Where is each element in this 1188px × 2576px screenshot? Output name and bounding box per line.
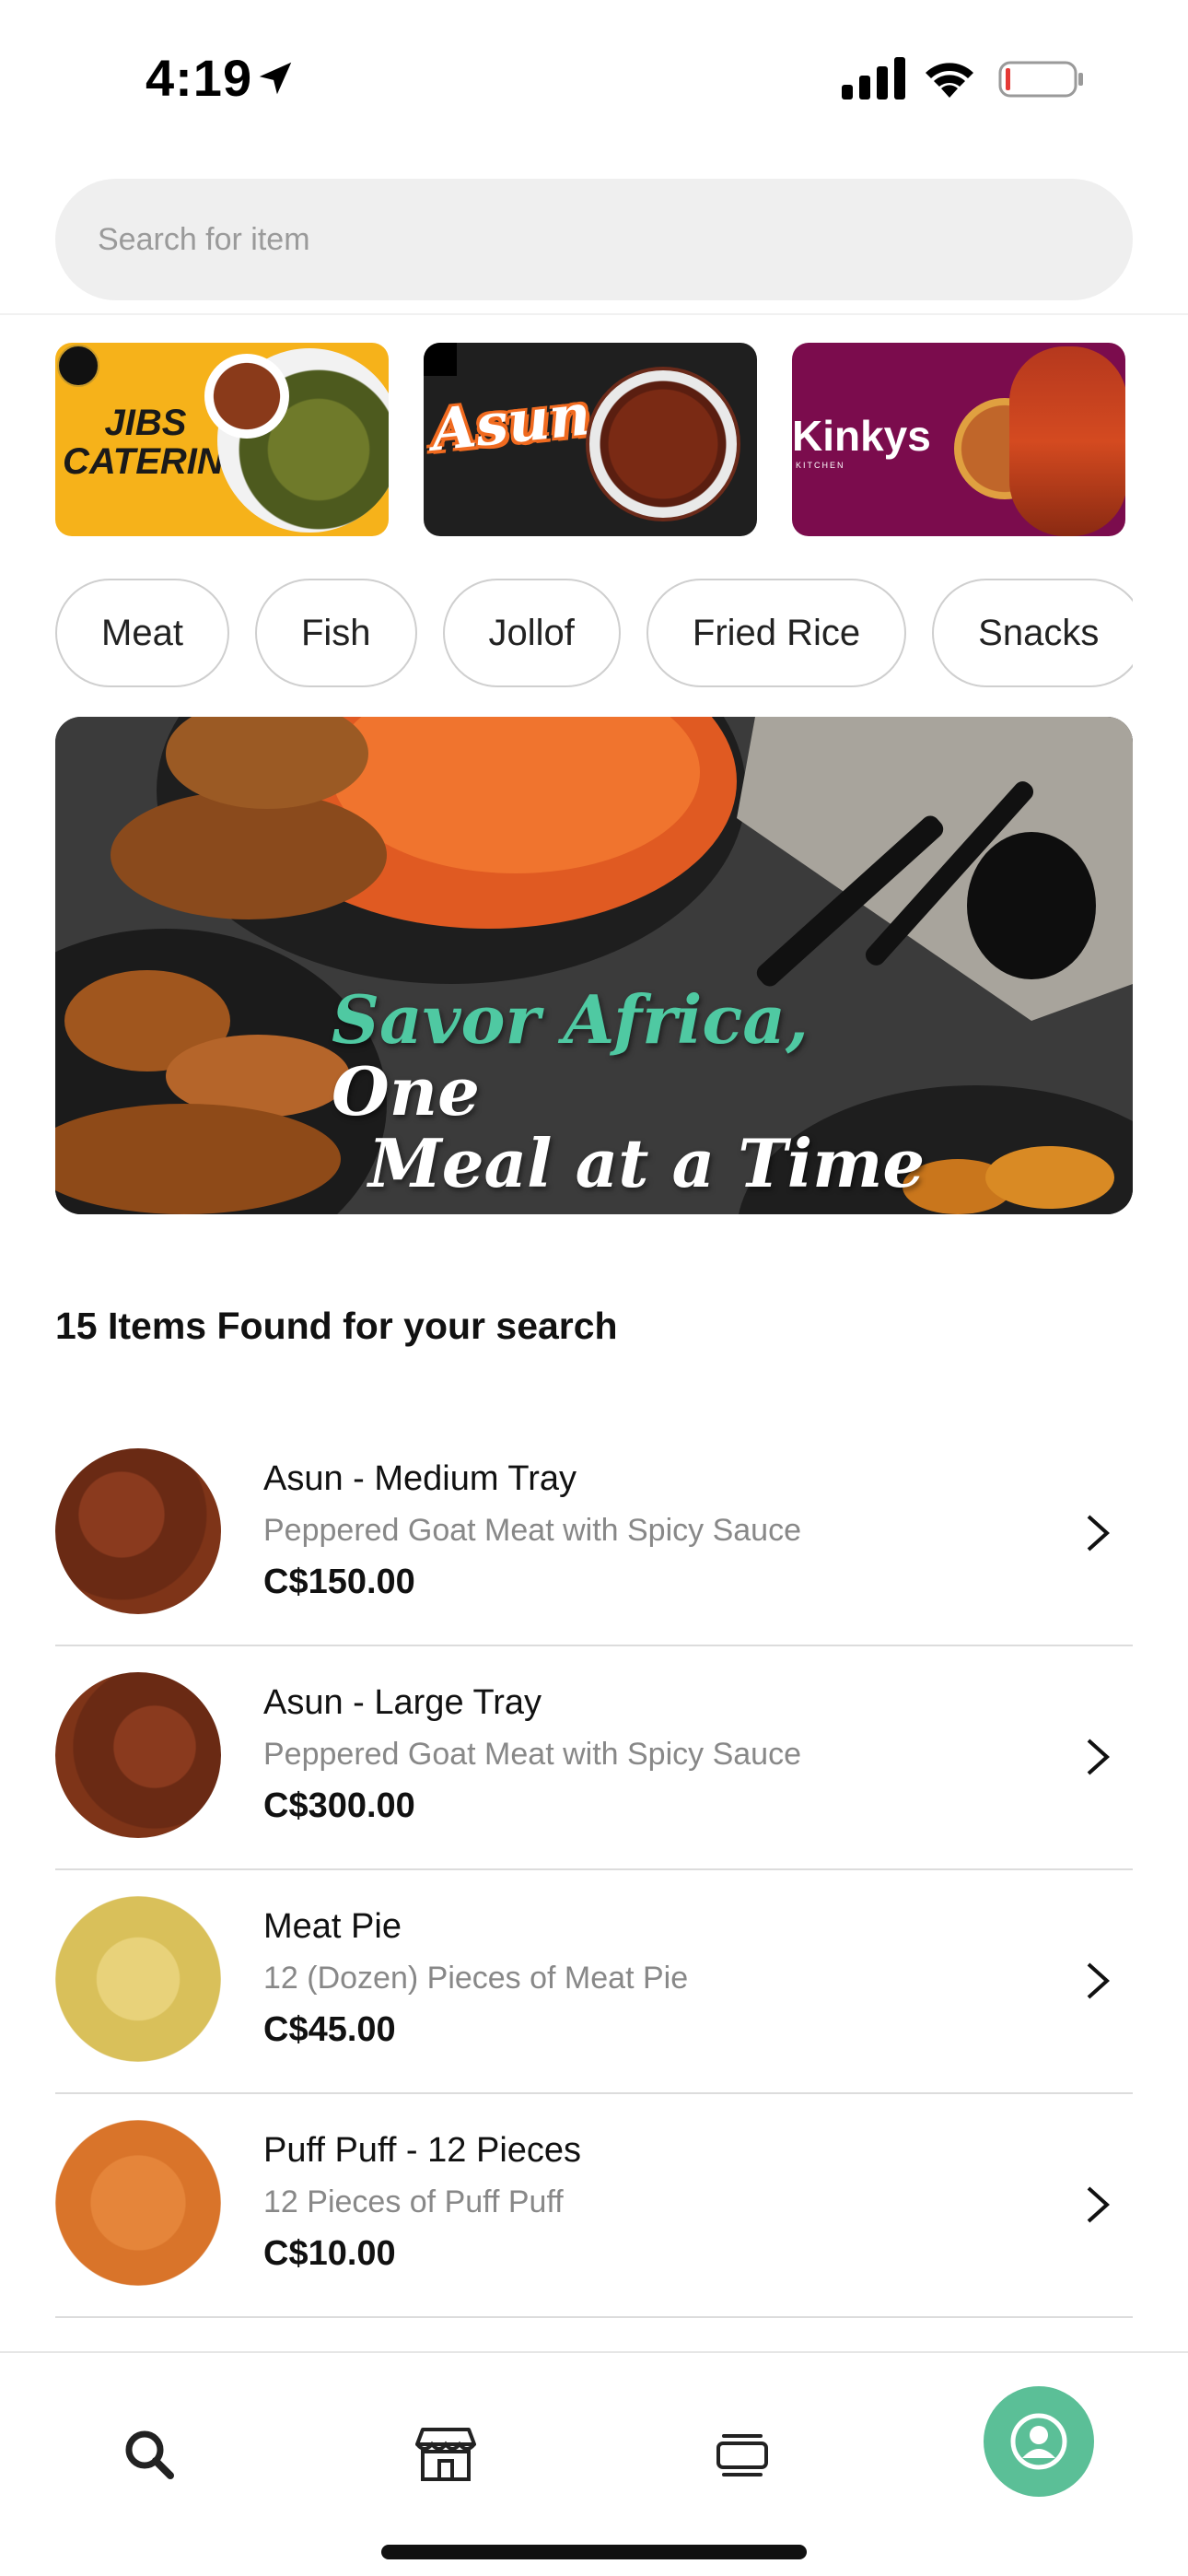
bottom-nav (0, 2351, 1188, 2576)
status-bar: 4:19 (0, 0, 1188, 157)
list-item[interactable]: Asun - Medium Tray Peppered Goat Meat wi… (55, 1423, 1133, 1646)
category-chip-meat[interactable]: Meat (55, 579, 229, 687)
item-price: C$300.00 (263, 1786, 415, 1825)
item-price: C$150.00 (263, 1563, 415, 1601)
jibs-logo-icon (57, 345, 99, 387)
cellular-signal-icon (842, 57, 905, 100)
item-description: 12 Pieces of Puff Puff (263, 2184, 564, 2219)
chevron-right-icon[interactable] (1081, 1959, 1114, 2003)
results-list: Asun - Medium Tray Peppered Goat Meat wi… (55, 1423, 1133, 2318)
item-name: Asun - Medium Tray (263, 1459, 577, 1498)
item-description: Peppered Goat Meat with Spicy Sauce (263, 1513, 801, 1548)
vendor-card-jibs[interactable]: JIBS CATERING (55, 343, 389, 536)
food-plate-image (586, 367, 740, 521)
status-time: 4:19 (146, 49, 253, 107)
category-chips: Meat Fish Jollof Fried Rice Snacks (55, 579, 1133, 689)
item-thumbnail (55, 1896, 221, 2062)
chevron-right-icon[interactable] (1081, 1511, 1114, 1555)
nav-profile[interactable] (984, 2386, 1094, 2497)
item-name: Asun - Large Tray (263, 1683, 542, 1722)
slogan-rest: One (332, 1052, 480, 1130)
list-item[interactable]: Puff Puff - 12 Pieces 12 Pieces of Puff … (55, 2094, 1133, 2318)
nav-search[interactable] (94, 2399, 204, 2510)
home-indicator (381, 2545, 807, 2559)
slogan-line2: Meal at a Time (368, 1124, 926, 1202)
asun-logo-icon (424, 343, 457, 376)
profile-icon (1010, 2413, 1067, 2470)
category-chip-fish[interactable]: Fish (254, 579, 417, 687)
category-chip-snacks[interactable]: Snacks (932, 579, 1133, 687)
search-bar (0, 157, 1188, 315)
nav-orders[interactable] (687, 2399, 798, 2510)
category-chip-jollof[interactable]: Jollof (442, 579, 621, 687)
slogan-accent: Savor Africa, (332, 980, 809, 1059)
vendor-subtitle: KITCHEN (796, 461, 845, 470)
item-description: Peppered Goat Meat with Spicy Sauce (263, 1737, 801, 1772)
orders-icon (716, 2434, 768, 2476)
results-heading: 15 Items Found for your search (55, 1305, 618, 1347)
category-chip-fried-rice[interactable]: Fried Rice (646, 579, 907, 687)
chevron-right-icon[interactable] (1081, 2183, 1114, 2227)
list-item[interactable]: Meat Pie 12 (Dozen) Pieces of Meat Pie C… (55, 1870, 1133, 2094)
vendor-card-asun[interactable]: Asun yyc (424, 343, 757, 536)
vendor-name: Kinkys (792, 412, 931, 460)
wifi-icon (926, 63, 973, 98)
item-thumbnail (55, 1448, 221, 1614)
item-price: C$45.00 (263, 2010, 396, 2049)
item-thumbnail (55, 2120, 221, 2286)
item-name: Meat Pie (263, 1907, 402, 1946)
food-plate-image (1009, 346, 1125, 536)
soup-bowl-image (204, 354, 289, 439)
item-price: C$10.00 (263, 2234, 396, 2273)
vendor-name: JIBS CATERING (63, 403, 252, 482)
store-icon (415, 2428, 476, 2481)
nav-store[interactable] (390, 2399, 501, 2510)
item-description: 12 (Dozen) Pieces of Meat Pie (263, 1961, 689, 1996)
chevron-right-icon[interactable] (1081, 1735, 1114, 1779)
location-arrow-icon (259, 62, 292, 95)
vendor-carousel: JIBS CATERING Asun yyc Kinkys KITCHEN (55, 343, 1133, 536)
item-name: Puff Puff - 12 Pieces (263, 2131, 582, 2170)
banner-slogan: Savor Africa, One Meal at a Time (332, 984, 976, 1200)
search-icon (125, 2430, 174, 2479)
list-item[interactable]: Asun - Large Tray Peppered Goat Meat wit… (55, 1646, 1133, 1870)
item-thumbnail (55, 1672, 221, 1838)
search-input[interactable] (55, 179, 1133, 300)
promo-banner[interactable]: Savor Africa, One Meal at a Time (55, 717, 1133, 1214)
battery-icon (998, 61, 1083, 98)
vendor-card-kinkys[interactable]: Kinkys KITCHEN (792, 343, 1125, 536)
